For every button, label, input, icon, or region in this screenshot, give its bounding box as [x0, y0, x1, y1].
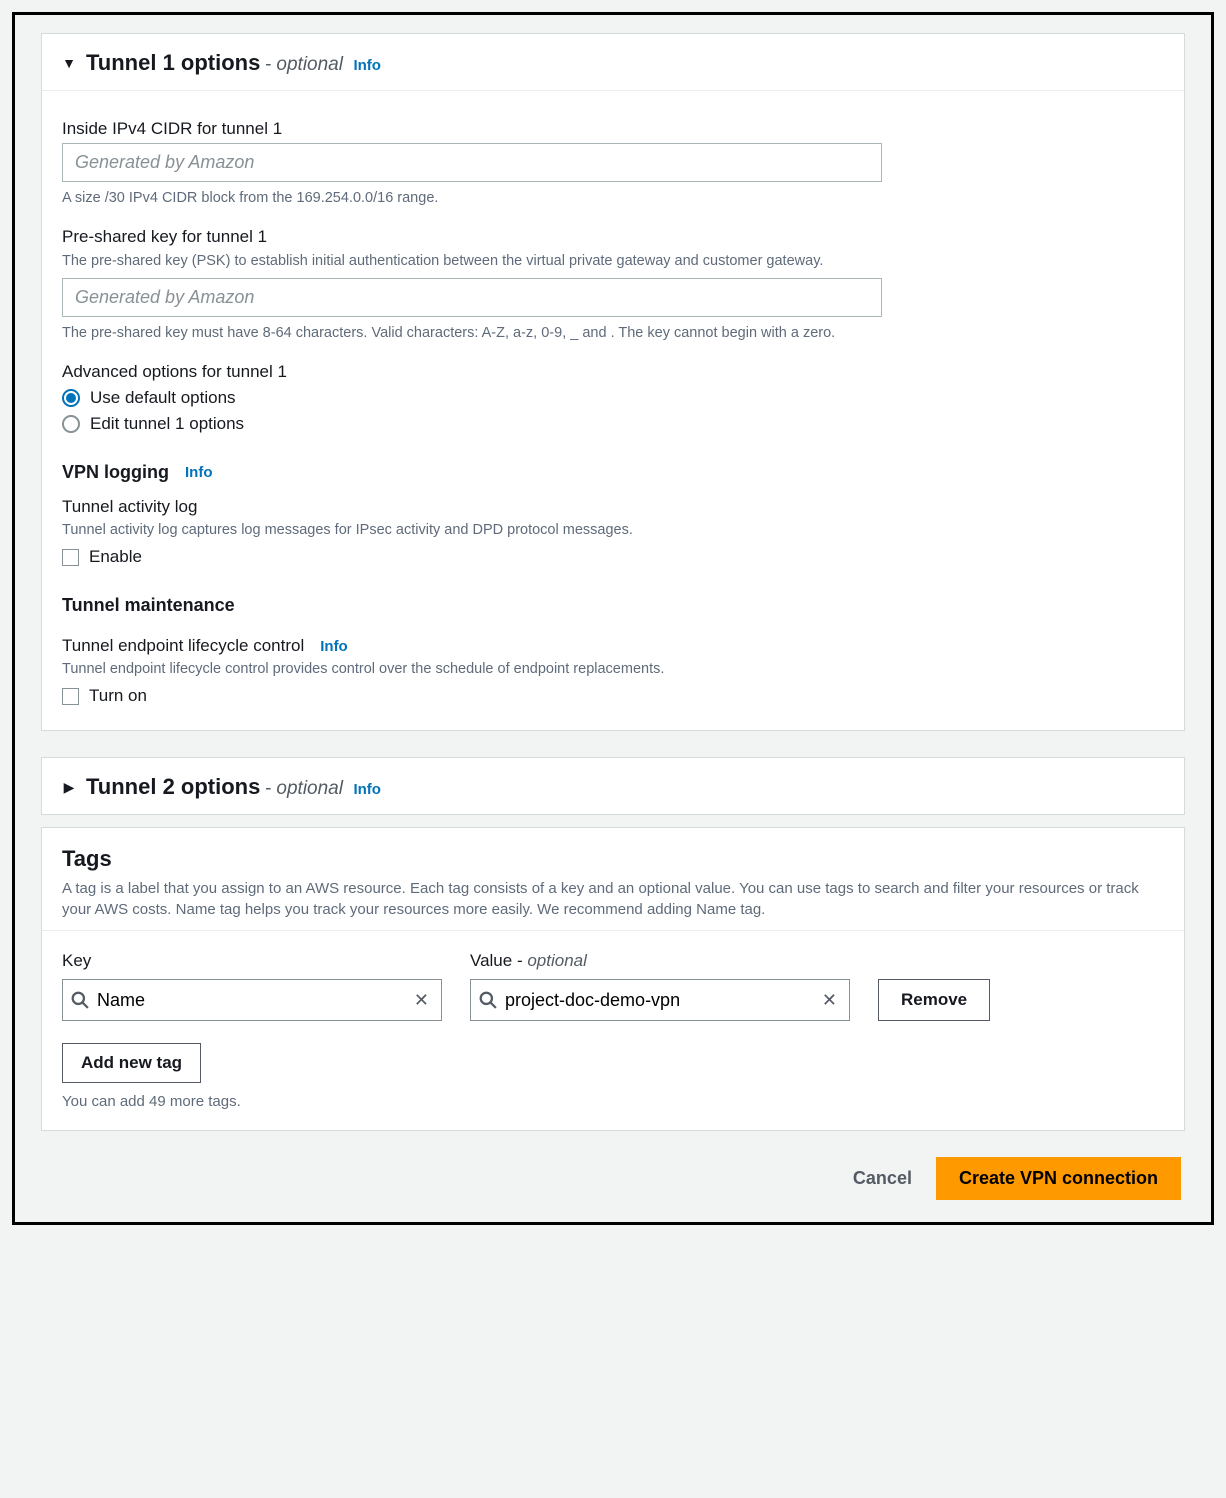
- footer-bar: Cancel Create VPN connection: [41, 1157, 1185, 1200]
- tag-value-input-wrap[interactable]: ✕: [470, 979, 850, 1021]
- tags-panel: Tags A tag is a label that you assign to…: [41, 827, 1185, 1131]
- clear-value-icon[interactable]: ✕: [818, 990, 841, 1011]
- enable-logging-checkbox-row[interactable]: Enable: [62, 547, 1164, 567]
- tag-key-input[interactable]: [89, 990, 410, 1011]
- search-icon: [71, 991, 89, 1009]
- tag-value-input[interactable]: [497, 990, 818, 1011]
- clear-key-icon[interactable]: ✕: [410, 990, 433, 1011]
- tag-row: Key ✕ Value - optional: [62, 951, 1164, 1021]
- create-vpn-button[interactable]: Create VPN connection: [936, 1157, 1181, 1200]
- tunnel-2-optional-note: - optional: [265, 778, 343, 799]
- radio-edit-label: Edit tunnel 1 options: [90, 414, 244, 434]
- tunnel-1-title: Tunnel 1 options: [86, 50, 260, 75]
- tunnel-1-optional-note: - optional: [265, 54, 343, 75]
- psk-sublabel: The pre-shared key (PSK) to establish in…: [62, 251, 1164, 272]
- checkbox-icon: [62, 549, 79, 566]
- lifecycle-info-link[interactable]: Info: [320, 638, 348, 655]
- enable-logging-label: Enable: [89, 547, 142, 567]
- radio-edit-options[interactable]: Edit tunnel 1 options: [62, 414, 1164, 434]
- tunnel-2-header[interactable]: ▶ Tunnel 2 options - optional Info: [42, 758, 1184, 814]
- tunnel-1-panel: ▼ Tunnel 1 options - optional Info Insid…: [41, 33, 1185, 731]
- tag-key-input-wrap[interactable]: ✕: [62, 979, 442, 1021]
- checkbox-icon: [62, 688, 79, 705]
- vpn-logging-info-link[interactable]: Info: [185, 464, 213, 481]
- tag-key-label: Key: [62, 951, 442, 971]
- remove-tag-button[interactable]: Remove: [878, 979, 990, 1021]
- tags-description: A tag is a label that you assign to an A…: [62, 878, 1164, 920]
- ipv4-cidr-input[interactable]: [62, 143, 882, 182]
- radio-icon-unchecked: [62, 415, 80, 433]
- advanced-options-label: Advanced options for tunnel 1: [62, 362, 1164, 382]
- radio-icon-checked: [62, 389, 80, 407]
- ipv4-cidr-field: Inside IPv4 CIDR for tunnel 1 A size /30…: [62, 119, 1164, 209]
- turn-on-label: Turn on: [89, 686, 147, 706]
- cancel-button[interactable]: Cancel: [853, 1168, 912, 1189]
- tags-remaining-text: You can add 49 more tags.: [62, 1093, 1164, 1110]
- caret-down-icon: ▼: [62, 55, 76, 71]
- psk-field: Pre-shared key for tunnel 1 The pre-shar…: [62, 227, 1164, 344]
- tags-title: Tags: [62, 846, 1164, 872]
- advanced-options-field: Advanced options for tunnel 1 Use defaul…: [62, 362, 1164, 434]
- tunnel-1-header[interactable]: ▼ Tunnel 1 options - optional Info: [42, 34, 1184, 91]
- activity-log-label: Tunnel activity log: [62, 497, 1164, 517]
- psk-help: The pre-shared key must have 8-64 charac…: [62, 323, 1164, 344]
- psk-label: Pre-shared key for tunnel 1: [62, 227, 1164, 247]
- tunnel-2-info-link[interactable]: Info: [353, 781, 381, 798]
- activity-log-help: Tunnel activity log captures log message…: [62, 520, 1164, 541]
- vpn-logging-heading: VPN logging: [62, 462, 169, 483]
- ipv4-cidr-label: Inside IPv4 CIDR for tunnel 1: [62, 119, 1164, 139]
- psk-input[interactable]: [62, 278, 882, 317]
- tunnel-maintenance-heading: Tunnel maintenance: [62, 595, 1164, 616]
- tag-value-label: Value - optional: [470, 951, 850, 971]
- turn-on-lifecycle-row[interactable]: Turn on: [62, 686, 1164, 706]
- tunnel-2-panel: ▶ Tunnel 2 options - optional Info: [41, 757, 1185, 815]
- tunnel-1-info-link[interactable]: Info: [353, 57, 381, 74]
- search-icon: [479, 991, 497, 1009]
- radio-default-options[interactable]: Use default options: [62, 388, 1164, 408]
- add-new-tag-button[interactable]: Add new tag: [62, 1043, 201, 1083]
- caret-right-icon: ▶: [62, 779, 76, 796]
- radio-default-label: Use default options: [90, 388, 236, 408]
- lifecycle-control-label: Tunnel endpoint lifecycle control: [62, 636, 304, 656]
- tunnel-2-title: Tunnel 2 options: [86, 774, 260, 799]
- ipv4-cidr-help: A size /30 IPv4 CIDR block from the 169.…: [62, 188, 1164, 209]
- lifecycle-help: Tunnel endpoint lifecycle control provid…: [62, 659, 1164, 680]
